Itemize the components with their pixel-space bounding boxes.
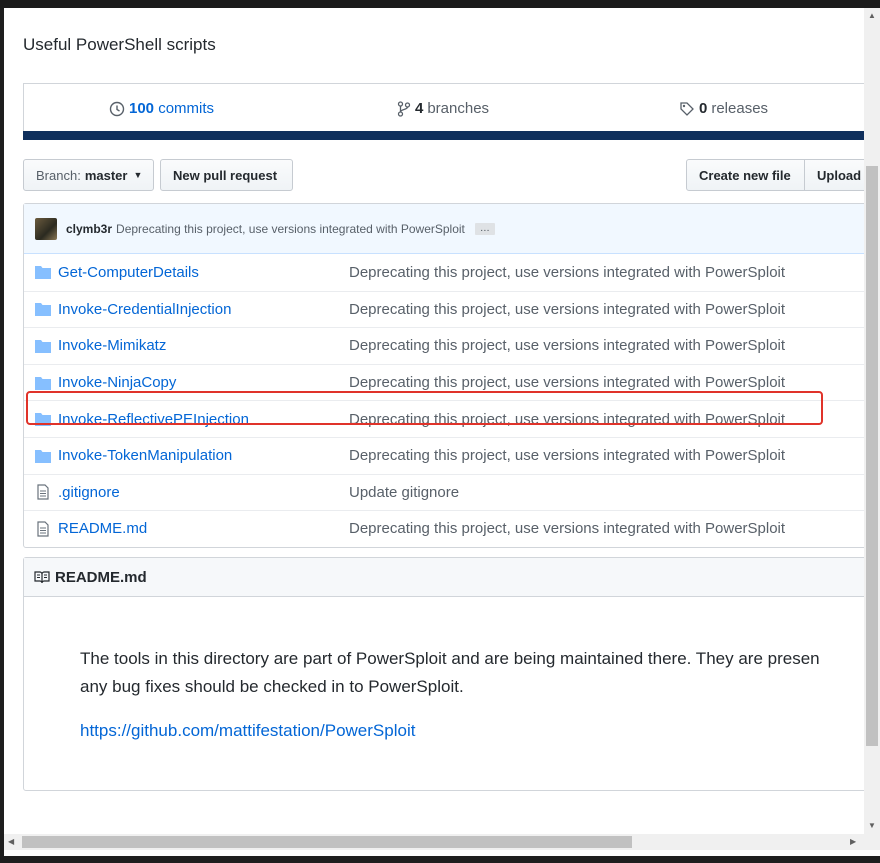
file-name-link[interactable]: Invoke-ReflectivePEInjection	[58, 411, 349, 428]
file-name-link[interactable]: Invoke-NinjaCopy	[58, 374, 349, 391]
caret-down-icon: ▼	[133, 170, 143, 180]
releases-count: 0	[699, 100, 708, 117]
history-icon	[109, 101, 125, 116]
releases-link[interactable]: 0 releases	[679, 100, 768, 117]
file-row: Invoke-NinjaCopy Deprecating this project…	[24, 363, 867, 401]
file-commit-message[interactable]: Deprecating this project, use versions i…	[349, 301, 785, 318]
branch-name: master	[84, 167, 128, 183]
file-row: .gitignore Update gitignore	[24, 473, 867, 511]
file-name-link[interactable]: README.md	[58, 520, 349, 537]
file-name-link[interactable]: Get-ComputerDetails	[58, 264, 349, 281]
file-row: Invoke-Mimikatz Deprecating this project,…	[24, 327, 867, 364]
file-commit-message[interactable]: Update gitignore	[349, 484, 459, 501]
branches-count: 4	[415, 100, 424, 117]
file-commit-message[interactable]: Deprecating this project, use versions i…	[349, 447, 785, 464]
folder-icon	[35, 449, 51, 463]
expand-commit-button[interactable]: …	[474, 222, 495, 235]
file-commit-message[interactable]: Deprecating this project, use versions i…	[349, 411, 785, 428]
scroll-down-icon[interactable]: ▼	[868, 821, 876, 830]
page-viewport: Useful PowerShell scripts 100 commits 4 …	[4, 8, 880, 856]
file-row: Get-ComputerDetails Deprecating this proj…	[24, 254, 867, 291]
file-name-link[interactable]: Invoke-TokenManipulation	[58, 447, 349, 464]
create-new-file-button[interactable]: Create new file	[686, 159, 805, 191]
readme-text-line-1: The tools in this directory are part of …	[80, 649, 820, 668]
folder-icon	[35, 265, 51, 280]
file-commit-message[interactable]: Deprecating this project, use versions i…	[349, 264, 785, 281]
commits-label: commits	[158, 100, 215, 117]
readme-text-line-2: any bug fixes should be checked in to Po…	[80, 677, 464, 696]
readme-panel: README.md The tools in this directory ar…	[23, 557, 868, 791]
window-top-strip	[0, 0, 880, 8]
readme-title: README.md	[55, 568, 147, 586]
readme-body: The tools in this directory are part of …	[24, 597, 867, 745]
file-list: Get-ComputerDetails Deprecating this proj…	[24, 254, 867, 547]
folder-icon	[35, 302, 51, 317]
scroll-up-icon[interactable]: ▲	[868, 11, 876, 20]
branch-icon	[397, 100, 411, 117]
horizontal-scroll-thumb[interactable]	[22, 836, 632, 848]
file-icon	[35, 484, 51, 500]
branch-select-button[interactable]: Branch: master ▼	[23, 159, 154, 191]
folder-icon	[35, 339, 51, 353]
commit-author[interactable]: clymb3r	[66, 222, 112, 236]
latest-commit-bar: clymb3r Deprecating this project, use ve…	[24, 204, 867, 254]
releases-label: releases	[711, 100, 769, 117]
repo-description: Useful PowerShell scripts	[23, 35, 216, 54]
commits-count: 100	[129, 100, 155, 117]
new-pull-request-button[interactable]: New pull request	[160, 159, 293, 191]
scrollbar-corner	[864, 834, 880, 850]
commit-message[interactable]: Deprecating this project, use versions i…	[116, 222, 465, 236]
file-name-link[interactable]: Invoke-Mimikatz	[58, 337, 349, 354]
scroll-right-icon[interactable]: ▶	[850, 837, 856, 846]
file-commit-message[interactable]: Deprecating this project, use versions i…	[349, 520, 785, 537]
commits-link[interactable]: 100 commits	[109, 100, 214, 117]
scroll-left-icon[interactable]: ◀	[8, 837, 14, 846]
tag-icon	[680, 101, 694, 116]
file-name-link[interactable]: Invoke-CredentialInjection	[58, 301, 349, 318]
vertical-scrollbar[interactable]: ▲ ▼	[864, 8, 880, 834]
file-icon	[35, 521, 51, 537]
file-name-link[interactable]: .gitignore	[58, 484, 349, 501]
book-icon	[34, 570, 50, 584]
folder-icon	[35, 412, 51, 427]
vertical-scroll-thumb[interactable]	[866, 166, 878, 746]
commits-link-text[interactable]: 100 commits	[129, 100, 214, 117]
file-table: clymb3r Deprecating this project, use ve…	[23, 203, 868, 548]
branches-label: branches	[427, 100, 490, 117]
file-row: Invoke-ReflectivePEInjection Deprecating …	[24, 400, 867, 437]
folder-icon	[35, 376, 51, 390]
horizontal-scrollbar[interactable]: ◀ ▶	[4, 834, 864, 850]
file-row: Invoke-CredentialInjection Deprecating th…	[24, 290, 867, 328]
language-bar	[23, 131, 868, 140]
file-row: README.md Deprecating this project, use v…	[24, 510, 867, 547]
readme-link[interactable]: https://github.com/mattifestation/PowerS…	[80, 717, 867, 745]
branches-link[interactable]: 4 branches	[397, 100, 489, 117]
readme-header: README.md	[24, 558, 867, 597]
file-commit-message[interactable]: Deprecating this project, use versions i…	[349, 374, 785, 391]
file-commit-message[interactable]: Deprecating this project, use versions i…	[349, 337, 785, 354]
branch-prefix: Branch:	[36, 167, 81, 183]
avatar[interactable]	[35, 217, 57, 240]
file-row: Invoke-TokenManipulation Deprecating this…	[24, 436, 867, 474]
